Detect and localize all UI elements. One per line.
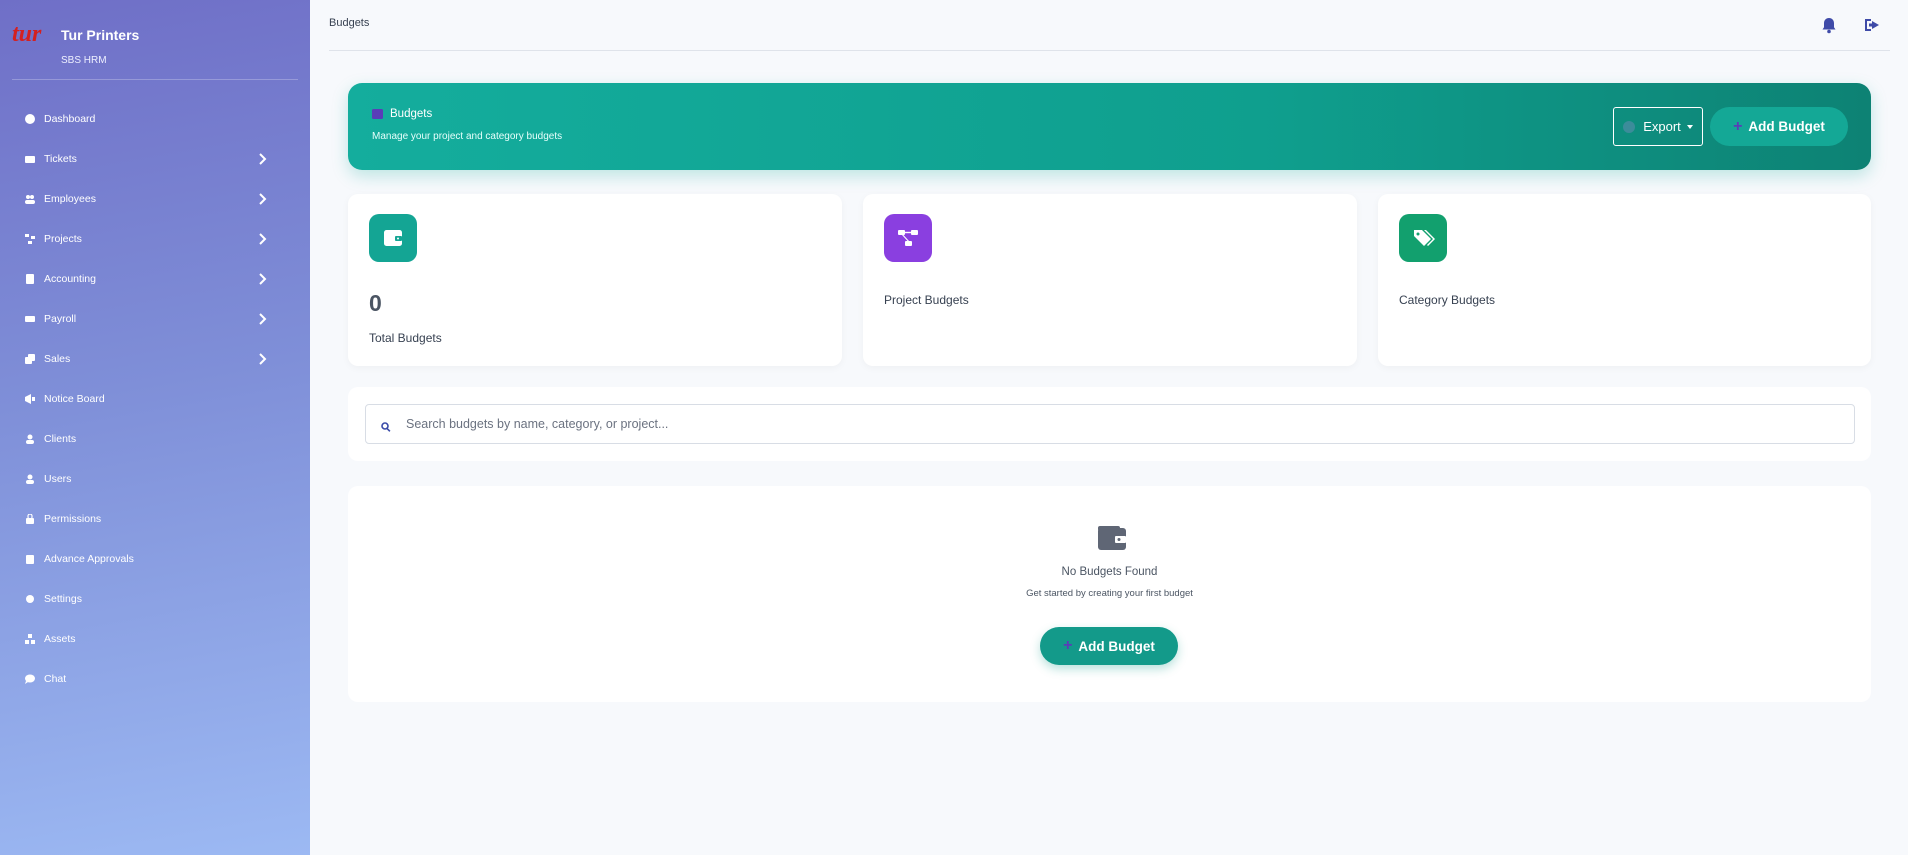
- accounting-icon: [25, 273, 44, 285]
- sidebar-item-settings[interactable]: Settings: [0, 579, 310, 619]
- chevron-right-icon: [258, 193, 267, 205]
- tur-logo: tur: [12, 21, 42, 46]
- sidebar-item-label: Payroll: [44, 313, 77, 325]
- gear-icon: [25, 593, 44, 605]
- chevron-right-icon: [258, 273, 267, 285]
- lock-icon: [25, 513, 44, 525]
- sidebar-item-payroll[interactable]: Payroll: [0, 299, 310, 339]
- brand: tur Tur Printers SBS HRM: [12, 18, 298, 80]
- total-budgets-card: 0 Total Budgets: [348, 194, 842, 366]
- sidebar-item-label: Employees: [44, 193, 96, 205]
- empty-state-subtitle: Get started by creating your first budge…: [1026, 588, 1193, 599]
- sidebar-item-label: Projects: [44, 233, 82, 245]
- sidebar: tur Tur Printers SBS HRM Dashboard Ticke…: [0, 0, 310, 855]
- export-dropdown-button[interactable]: Export: [1613, 107, 1703, 146]
- dashboard-icon: [25, 113, 44, 125]
- total-budgets-label: Total Budgets: [369, 331, 442, 345]
- empty-state-card: No Budgets Found Get started by creating…: [348, 486, 1871, 702]
- page-title: Budgets: [390, 108, 433, 120]
- plus-icon: +: [1063, 637, 1073, 654]
- page-subtitle: Manage your project and category budgets: [372, 131, 563, 142]
- sidebar-item-permissions[interactable]: Permissions: [0, 499, 310, 539]
- sidebar-item-label: Permissions: [44, 513, 102, 525]
- chat-icon: [25, 673, 44, 685]
- project-diagram-icon: [884, 214, 932, 262]
- sidebar-item-label: Notice Board: [44, 393, 105, 405]
- chevron-right-icon: [258, 353, 267, 365]
- export-label: Export: [1643, 119, 1681, 134]
- category-budgets-card: Category Budgets: [1378, 194, 1871, 366]
- sidebar-item-label: Tickets: [44, 153, 77, 165]
- tags-icon: [1399, 214, 1447, 262]
- total-budgets-value: 0: [369, 290, 382, 316]
- sidebar-item-accounting[interactable]: Accounting: [0, 259, 310, 299]
- sales-icon: [25, 353, 44, 365]
- project-budgets-label: Project Budgets: [884, 293, 969, 307]
- sidebar-item-sales[interactable]: Sales: [0, 339, 310, 379]
- bell-icon[interactable]: [1820, 16, 1838, 34]
- search-input[interactable]: [406, 405, 1846, 443]
- search-box: [365, 404, 1855, 444]
- assets-icon: [25, 633, 44, 645]
- sidebar-item-notice-board[interactable]: Notice Board: [0, 379, 310, 419]
- wallet-icon: [372, 109, 383, 119]
- sidebar-item-label: Sales: [44, 353, 71, 365]
- sidebar-item-label: Advance Approvals: [44, 553, 134, 565]
- sidebar-item-projects[interactable]: Projects: [0, 219, 310, 259]
- brand-subtitle: SBS HRM: [61, 55, 107, 66]
- sidebar-item-chat[interactable]: Chat: [0, 659, 310, 699]
- add-budget-label: Add Budget: [1078, 638, 1155, 654]
- breadcrumb: Budgets: [329, 17, 370, 29]
- category-budgets-label: Category Budgets: [1399, 293, 1496, 307]
- caret-down-icon: [1686, 124, 1693, 129]
- wallet-icon: [369, 214, 417, 262]
- user-icon: [25, 433, 44, 445]
- sidebar-item-label: Users: [44, 473, 72, 485]
- chevron-right-icon: [258, 233, 267, 245]
- empty-state-title: No Budgets Found: [1061, 566, 1158, 578]
- wallet-icon: [1097, 525, 1127, 551]
- chevron-right-icon: [258, 313, 267, 325]
- employees-icon: [25, 193, 44, 205]
- user-icon: [25, 473, 44, 485]
- svg-text:tur: tur: [12, 21, 42, 46]
- sidebar-nav: Dashboard Tickets Employees Projects Acc…: [0, 99, 310, 699]
- sidebar-item-label: Accounting: [44, 273, 96, 285]
- top-bar: Budgets: [329, 0, 1890, 51]
- add-budget-label: Add Budget: [1748, 119, 1825, 134]
- sidebar-item-label: Settings: [44, 593, 82, 605]
- megaphone-icon: [25, 393, 44, 405]
- project-budgets-card: Project Budgets: [863, 194, 1357, 366]
- export-icon: [1623, 120, 1636, 133]
- brand-name[interactable]: Tur Printers: [61, 27, 139, 43]
- sidebar-item-clients[interactable]: Clients: [0, 419, 310, 459]
- sidebar-item-label: Assets: [44, 633, 76, 645]
- sidebar-item-users[interactable]: Users: [0, 459, 310, 499]
- sidebar-item-advance-approvals[interactable]: Advance Approvals: [0, 539, 310, 579]
- clipboard-icon: [25, 553, 44, 565]
- logout-icon[interactable]: [1863, 16, 1881, 34]
- search-card: [348, 387, 1871, 461]
- sidebar-item-employees[interactable]: Employees: [0, 179, 310, 219]
- sidebar-item-dashboard[interactable]: Dashboard: [0, 99, 310, 139]
- search-icon: [381, 419, 391, 432]
- plus-icon: +: [1733, 117, 1743, 135]
- sidebar-item-label: Clients: [44, 433, 77, 445]
- sidebar-item-tickets[interactable]: Tickets: [0, 139, 310, 179]
- payroll-icon: [25, 313, 44, 325]
- chevron-right-icon: [258, 153, 267, 165]
- budgets-header-banner: Budgets Manage your project and category…: [348, 83, 1871, 170]
- sidebar-item-label: Chat: [44, 673, 67, 685]
- ticket-icon: [25, 153, 44, 165]
- sidebar-item-assets[interactable]: Assets: [0, 619, 310, 659]
- sidebar-item-label: Dashboard: [44, 113, 96, 125]
- empty-add-budget-button[interactable]: + Add Budget: [1040, 627, 1178, 665]
- projects-icon: [25, 233, 44, 245]
- add-budget-button[interactable]: + Add Budget: [1710, 107, 1848, 146]
